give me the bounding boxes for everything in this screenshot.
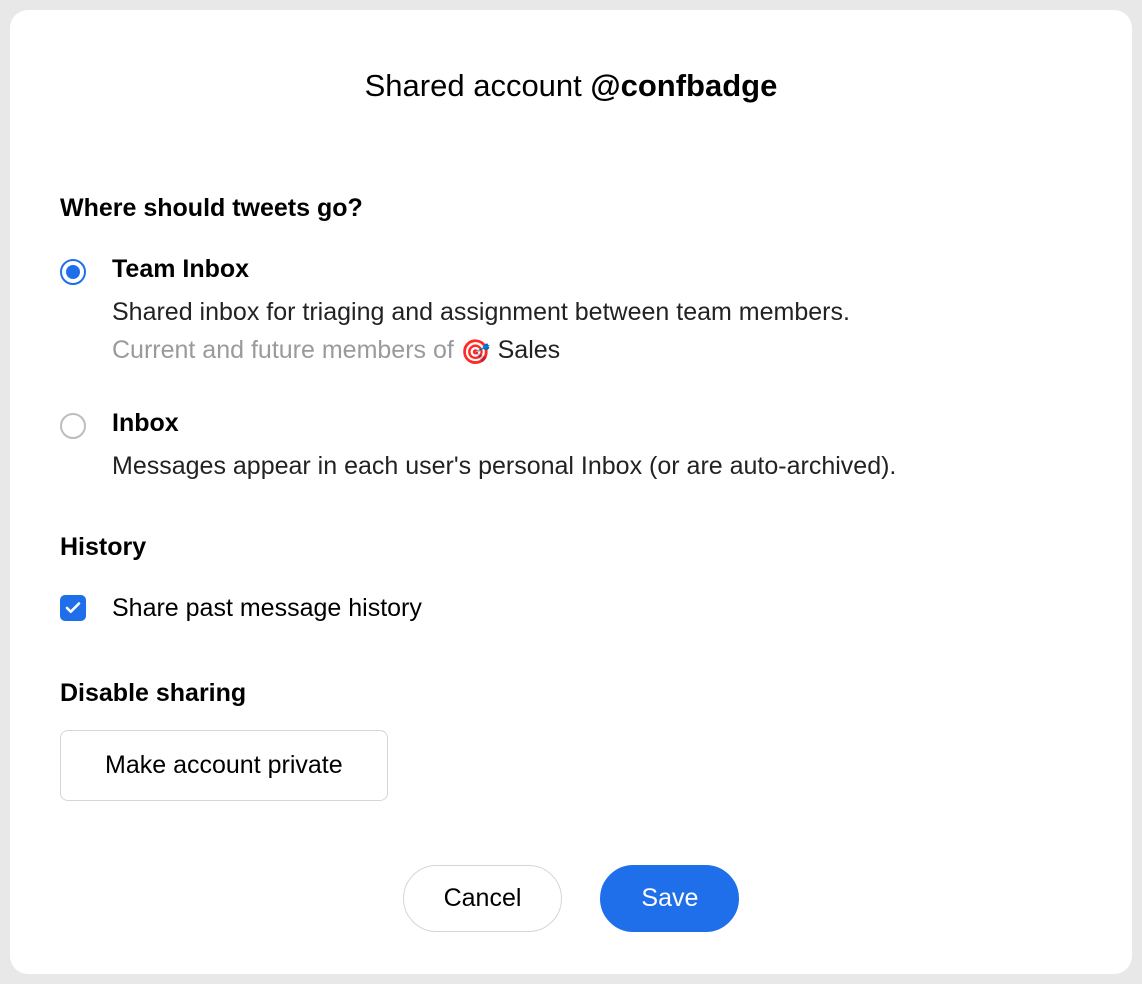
share-history-row[interactable]: Share past message history	[60, 594, 1082, 623]
cancel-button[interactable]: Cancel	[403, 865, 563, 932]
option-meta: Current and future members of 🎯 Sales	[112, 336, 1082, 367]
share-history-label: Share past message history	[112, 594, 422, 623]
make-private-button[interactable]: Make account private	[60, 730, 388, 801]
option-body: Team Inbox Shared inbox for triaging and…	[112, 255, 1082, 367]
modal-footer: Cancel Save	[60, 865, 1082, 932]
option-team-inbox[interactable]: Team Inbox Shared inbox for triaging and…	[60, 255, 1082, 367]
share-history-checkbox[interactable]	[60, 595, 86, 621]
destination-heading: Where should tweets go?	[60, 194, 1082, 223]
save-button[interactable]: Save	[600, 865, 739, 932]
option-title: Inbox	[112, 409, 1082, 438]
option-inbox[interactable]: Inbox Messages appear in each user's per…	[60, 409, 1082, 490]
meta-prefix: Current and future members of	[112, 336, 461, 364]
target-icon: 🎯	[461, 339, 491, 366]
option-desc: Shared inbox for triaging and assignment…	[112, 294, 1082, 330]
radio-inbox[interactable]	[60, 413, 86, 439]
radio-team-inbox[interactable]	[60, 259, 86, 285]
modal-title: Shared account @confbadge	[60, 68, 1082, 104]
option-desc: Messages appear in each user's personal …	[112, 448, 1082, 484]
title-handle: @confbadge	[590, 68, 777, 103]
meta-team: Sales	[498, 336, 561, 364]
title-prefix: Shared account	[365, 68, 591, 103]
disable-heading: Disable sharing	[60, 679, 1082, 708]
option-title: Team Inbox	[112, 255, 1082, 284]
check-icon	[64, 599, 82, 617]
history-heading: History	[60, 533, 1082, 562]
shared-account-settings-modal: Shared account @confbadge Where should t…	[10, 10, 1132, 974]
option-body: Inbox Messages appear in each user's per…	[112, 409, 1082, 490]
